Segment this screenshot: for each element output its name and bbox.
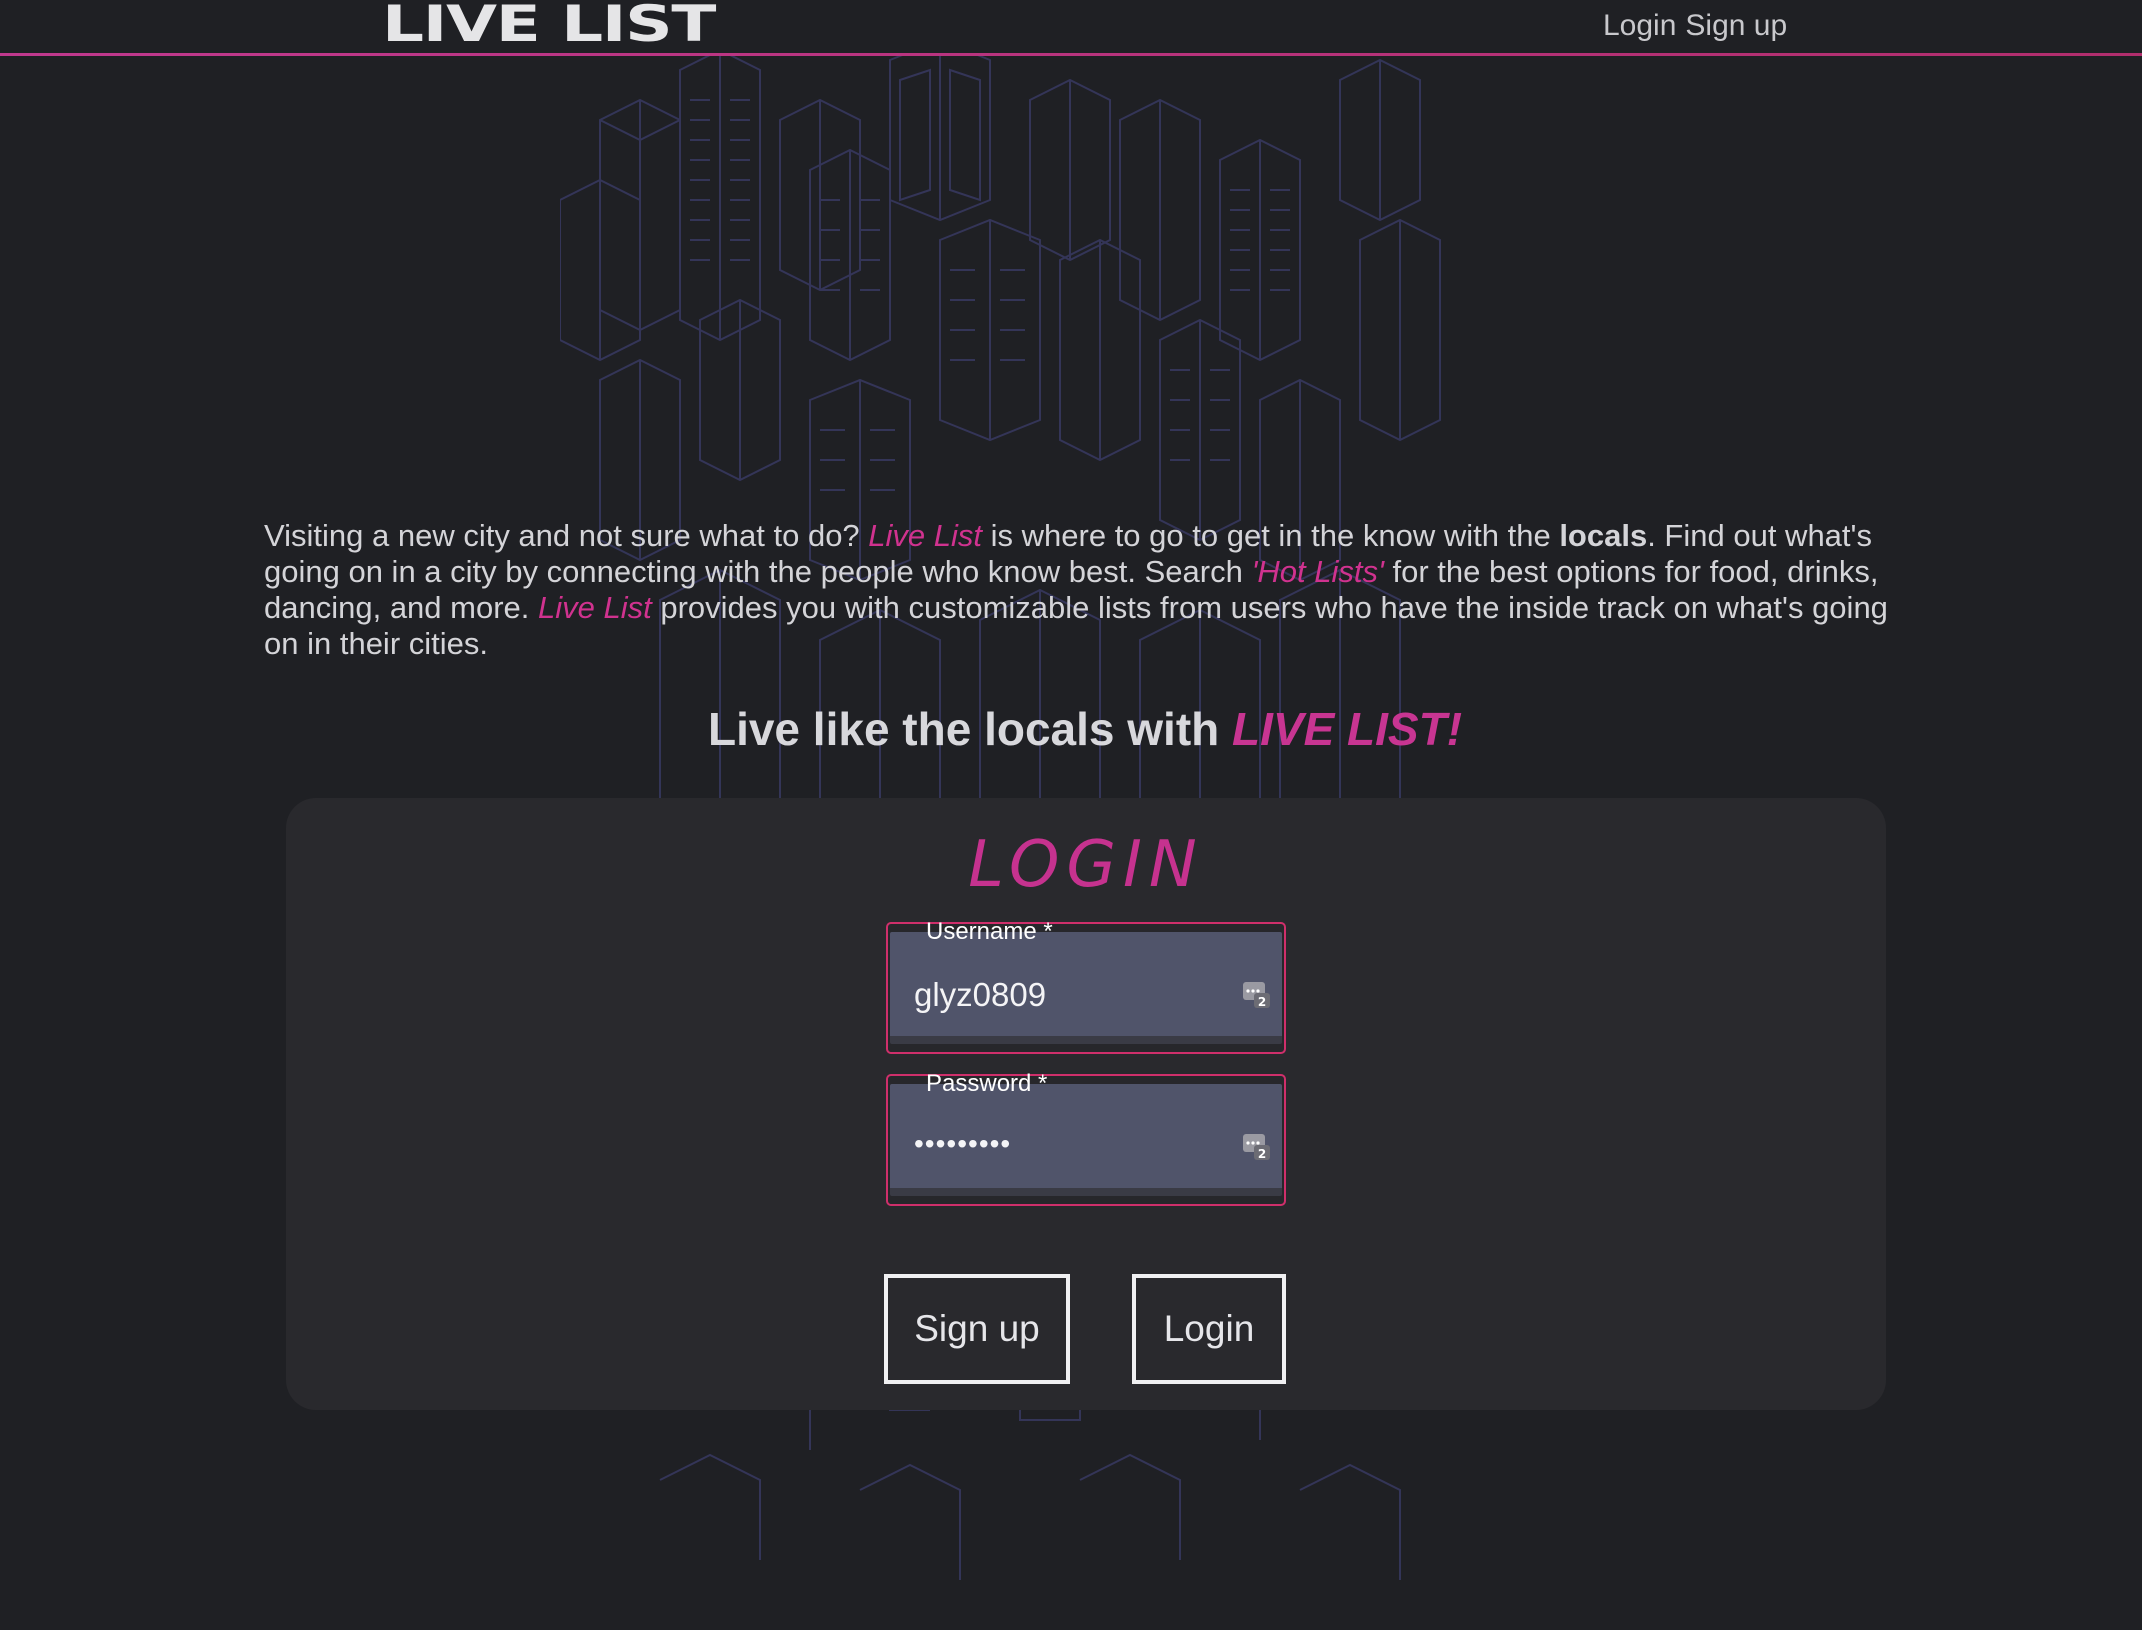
top-navbar: LIVE LIST Login Sign up <box>0 0 2142 56</box>
intro-brand-1: Live List <box>868 518 983 553</box>
intro-text-2: is where to go to get in the know with t… <box>982 518 1560 553</box>
login-card: LOGIN Username * 2 Password * 2 Sign up … <box>286 798 1886 1410</box>
password-field[interactable]: Password * 2 <box>886 1070 1286 1206</box>
password-manager-icon[interactable]: 2 <box>1242 980 1272 1010</box>
intro-paragraph: Visiting a new city and not sure what to… <box>264 518 1912 662</box>
intro-text-1: Visiting a new city and not sure what to… <box>264 518 869 553</box>
signup-button[interactable]: Sign up <box>884 1274 1070 1384</box>
username-input[interactable] <box>914 976 1214 1014</box>
nav-signup-link[interactable]: Sign up <box>1685 9 1787 43</box>
site-logo[interactable]: LIVE LIST <box>382 0 716 52</box>
username-input-box[interactable]: 2 <box>890 932 1282 1044</box>
intro-brand-2: Live List <box>538 590 652 625</box>
username-label: Username * <box>926 918 1053 945</box>
nav-login-link[interactable]: Login <box>1603 9 1676 43</box>
username-field[interactable]: Username * 2 <box>886 918 1286 1054</box>
tagline-brand: LIVE LIST! <box>1232 703 1463 755</box>
login-title: LOGIN <box>968 828 1204 902</box>
intro-hot-lists: 'Hot Lists' <box>1251 554 1384 589</box>
keychain-badge-count: 2 <box>1258 1147 1266 1161</box>
keychain-badge-count: 2 <box>1258 995 1266 1009</box>
login-button[interactable]: Login <box>1132 1274 1286 1384</box>
password-input-box[interactable]: 2 <box>890 1084 1282 1196</box>
password-manager-icon[interactable]: 2 <box>1242 1132 1272 1162</box>
intro-locals: locals <box>1559 518 1648 553</box>
nav-links: Login Sign up <box>1603 0 1787 52</box>
password-input[interactable] <box>914 1128 1214 1160</box>
tagline: Live like the locals with LIVE LIST! <box>0 702 2142 756</box>
tagline-text: Live like the locals with <box>707 703 1233 755</box>
password-label: Password * <box>926 1070 1048 1097</box>
